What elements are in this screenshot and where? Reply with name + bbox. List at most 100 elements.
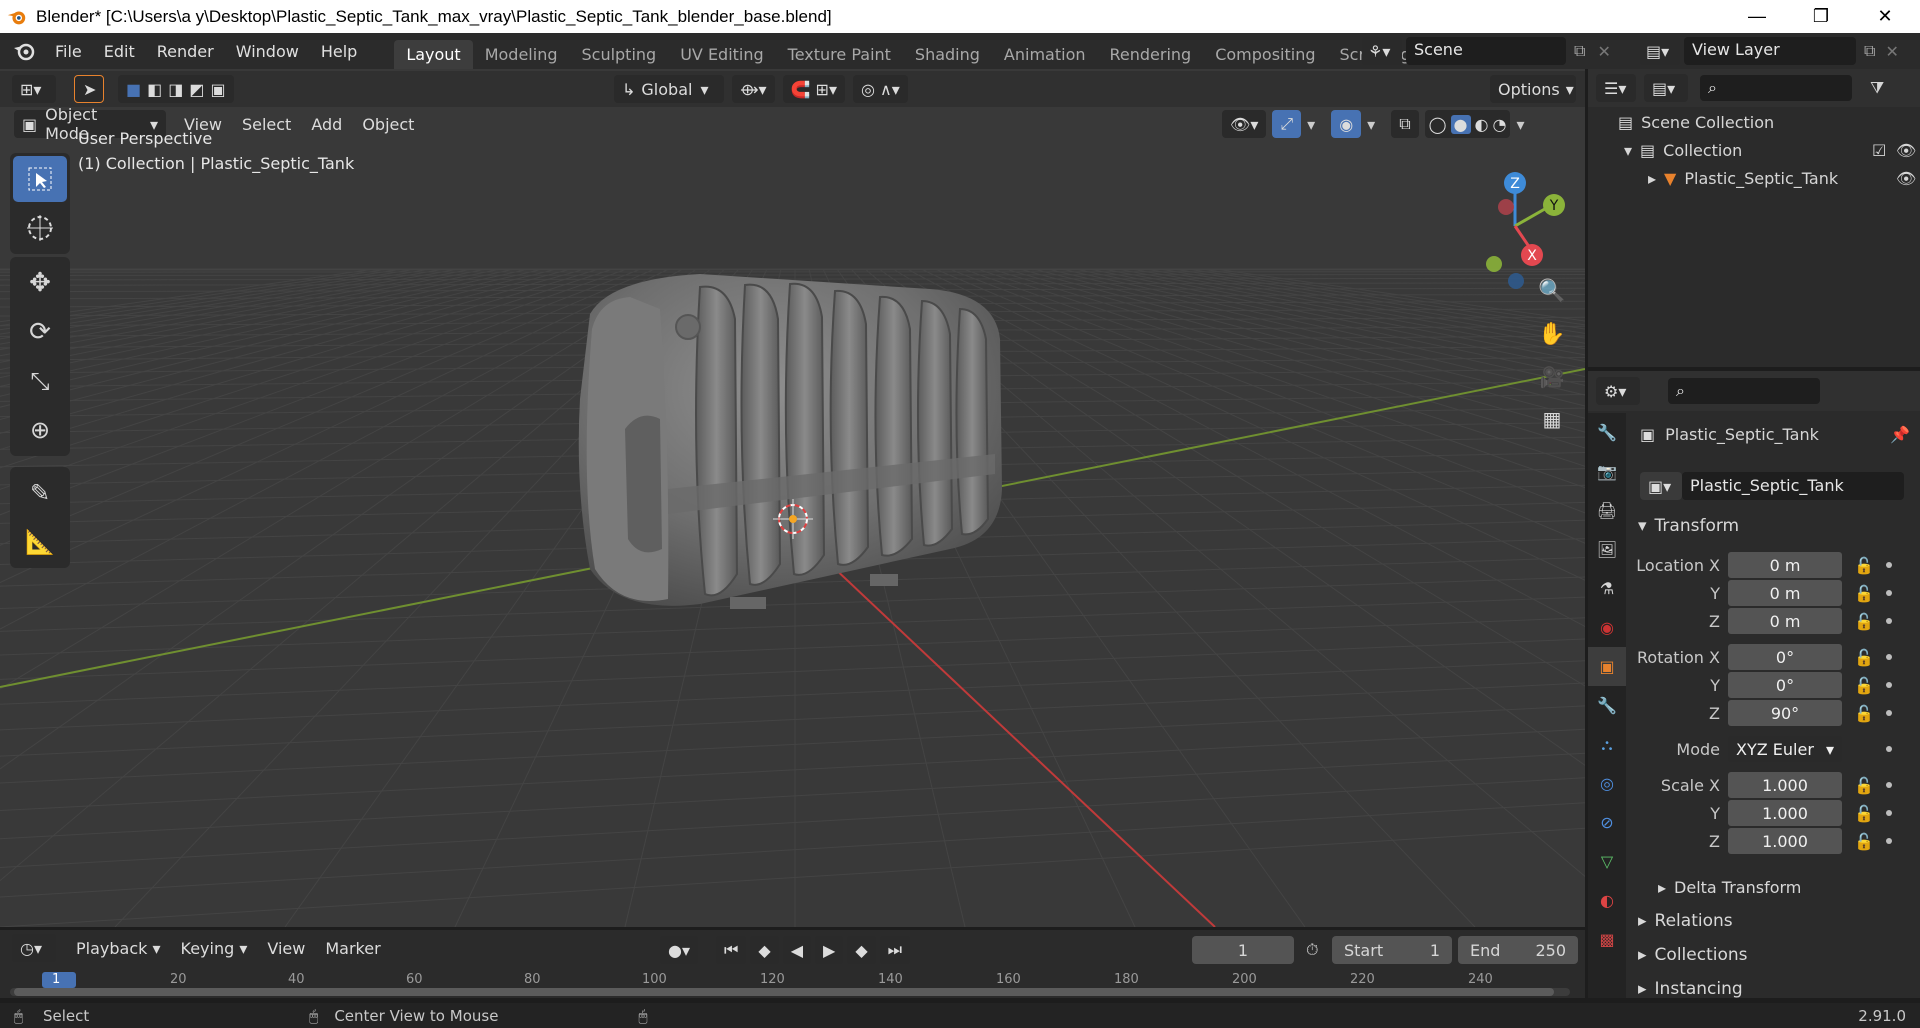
- measure-tool[interactable]: 📐: [13, 519, 67, 565]
- timeline-editor-type-icon[interactable]: ◷▾: [12, 934, 56, 962]
- material-tab-icon[interactable]: ◐: [1588, 881, 1626, 920]
- plastic-septic-tank-model[interactable]: [578, 274, 1002, 609]
- tab-sculpting[interactable]: Sculpting: [569, 40, 668, 69]
- keyframe-dot-icon[interactable]: [1886, 618, 1892, 624]
- filter-icon[interactable]: ⧩: [1870, 78, 1884, 98]
- transform-section-header[interactable]: ▾ Transform: [1638, 510, 1920, 542]
- maximize-button[interactable]: ❐: [1790, 0, 1852, 33]
- outliner-row-object[interactable]: ▸ ▼ Plastic_Septic_Tank 👁: [1648, 169, 1916, 188]
- instancing-section-header[interactable]: ▸ Instancing: [1638, 973, 1920, 998]
- orientation-dropdown[interactable]: ↳ Global ▾: [614, 75, 724, 103]
- keyframe-dot-icon[interactable]: [1886, 562, 1892, 568]
- minimize-button[interactable]: —: [1726, 0, 1788, 33]
- active-tool-icon[interactable]: ➤: [74, 75, 104, 103]
- lock-icon[interactable]: 🔓: [1854, 832, 1876, 851]
- collapse-arrow-icon[interactable]: ▾: [1624, 141, 1632, 160]
- pivot-point-icon[interactable]: ⟴▾: [732, 75, 775, 103]
- cursor-tool[interactable]: [13, 205, 67, 251]
- exclude-checkbox-icon[interactable]: ☑: [1872, 141, 1886, 160]
- snap-toggle-icon[interactable]: 🧲 ⊞▾: [782, 75, 845, 103]
- rotation-x-field[interactable]: 0°: [1728, 644, 1842, 670]
- overlays-dropdown-icon[interactable]: ▾: [1367, 115, 1375, 134]
- pin-icon[interactable]: 📌: [1890, 425, 1910, 444]
- texture-tab-icon[interactable]: ▩: [1588, 920, 1626, 959]
- scene-browse-icon[interactable]: ⚘▾: [1362, 37, 1402, 65]
- perspective-toggle-icon[interactable]: ▦: [1532, 399, 1572, 439]
- play-icon[interactable]: ▶: [815, 936, 844, 964]
- object-name-field[interactable]: Plastic_Septic_Tank: [1682, 472, 1904, 500]
- remove-scene-icon[interactable]: ✕: [1597, 42, 1610, 61]
- tab-texture-paint[interactable]: Texture Paint: [776, 40, 903, 69]
- object-tab-icon[interactable]: ▣: [1588, 647, 1626, 686]
- tab-rendering[interactable]: Rendering: [1098, 40, 1204, 69]
- new-view-layer-icon[interactable]: ⧉: [1864, 41, 1875, 61]
- select-subtract-icon[interactable]: ◨: [168, 80, 183, 99]
- lock-icon[interactable]: 🔓: [1854, 776, 1876, 795]
- data-tab-icon[interactable]: ▽: [1588, 842, 1626, 881]
- solid-shading-icon[interactable]: ●: [1450, 114, 1471, 134]
- rotation-mode-dropdown[interactable]: XYZ Euler ▾: [1728, 736, 1842, 762]
- lock-icon[interactable]: 🔓: [1854, 584, 1876, 603]
- scene-tab-icon[interactable]: ⚗: [1588, 569, 1626, 608]
- end-frame-field[interactable]: End 250: [1458, 936, 1578, 964]
- select-box-tool[interactable]: [13, 156, 67, 202]
- overlays-toggle-icon[interactable]: ◉: [1331, 110, 1362, 138]
- tab-animation[interactable]: Animation: [992, 40, 1098, 69]
- menu-window[interactable]: Window: [225, 42, 310, 61]
- zoom-view-icon[interactable]: 🔍: [1532, 271, 1572, 311]
- tab-modeling[interactable]: Modeling: [473, 40, 570, 69]
- jump-prev-keyframe-icon[interactable]: ◆: [750, 936, 779, 964]
- tool-tab-icon[interactable]: 🔧: [1588, 413, 1626, 452]
- lock-icon[interactable]: 🔓: [1854, 648, 1876, 667]
- delta-transform-header[interactable]: ▸ Delta Transform: [1658, 871, 1920, 903]
- render-tab-icon[interactable]: 📷: [1588, 452, 1626, 491]
- properties-search-input[interactable]: ⌕: [1668, 378, 1820, 404]
- scale-z-field[interactable]: 1.000: [1728, 828, 1842, 854]
- tab-compositing[interactable]: Compositing: [1203, 40, 1327, 69]
- keyframe-dot-icon[interactable]: [1886, 838, 1892, 844]
- menu-file[interactable]: File: [44, 42, 93, 61]
- transform-tool[interactable]: ⊕: [13, 407, 67, 453]
- gizmo-toggle-icon[interactable]: ⤢: [1272, 110, 1302, 138]
- display-mode-icon[interactable]: ▤▾: [1644, 74, 1688, 102]
- menu-help[interactable]: Help: [310, 42, 368, 61]
- keyframe-dot-icon[interactable]: [1886, 810, 1892, 816]
- scale-x-field[interactable]: 1.000: [1728, 772, 1842, 798]
- menu-playback[interactable]: Playback ▾: [66, 935, 171, 962]
- menu-edit[interactable]: Edit: [93, 42, 146, 61]
- select-new-icon[interactable]: ■: [126, 80, 141, 99]
- jump-end-icon[interactable]: ⏭: [879, 936, 911, 964]
- auto-keying-record-icon[interactable]: ●▾: [660, 936, 698, 964]
- visibility-eye-icon[interactable]: 👁▾: [1222, 110, 1267, 138]
- collections-section-header[interactable]: ▸ Collections: [1638, 939, 1920, 971]
- menu-timeline-view[interactable]: View: [257, 935, 315, 962]
- outliner-editor-type-icon[interactable]: ☰▾: [1596, 74, 1636, 102]
- rotate-tool[interactable]: ⟳: [13, 309, 67, 355]
- rotation-z-field[interactable]: 90°: [1728, 700, 1842, 726]
- scale-tool[interactable]: ⤡: [13, 358, 67, 404]
- jump-start-icon[interactable]: ⏮: [716, 936, 747, 964]
- physics-tab-icon[interactable]: ◎: [1588, 764, 1626, 803]
- new-scene-icon[interactable]: ⧉: [1574, 41, 1585, 61]
- gizmo-dropdown-icon[interactable]: ▾: [1307, 115, 1315, 134]
- output-tab-icon[interactable]: 🖨: [1588, 491, 1626, 530]
- menu-object[interactable]: Object: [352, 111, 424, 138]
- tab-uv-editing[interactable]: UV Editing: [668, 40, 775, 69]
- clock-icon[interactable]: ⏱: [1306, 940, 1318, 960]
- menu-marker[interactable]: Marker: [315, 935, 390, 962]
- scrollbar-thumb[interactable]: [14, 988, 1554, 996]
- keyframe-dot-icon[interactable]: [1886, 654, 1892, 660]
- shading-dropdown-icon[interactable]: ▾: [1516, 115, 1524, 134]
- lock-icon[interactable]: 🔓: [1854, 676, 1876, 695]
- proportional-edit-icon[interactable]: ◎ ∧▾: [853, 75, 908, 103]
- keyframe-dot-icon[interactable]: [1886, 590, 1892, 596]
- view-layer-tab-icon[interactable]: 🖼: [1588, 530, 1626, 569]
- select-intersect-icon[interactable]: ▣: [211, 80, 226, 99]
- 3d-viewport[interactable]: ▣ Object Mode ▾ View Select Add Object 👁…: [0, 69, 1585, 927]
- outliner-row-collection[interactable]: ▾ ▤ Collection ☑ 👁: [1624, 141, 1916, 160]
- options-dropdown[interactable]: Options ▾: [1490, 75, 1576, 103]
- remove-view-layer-icon[interactable]: ✕: [1885, 42, 1898, 61]
- lock-icon[interactable]: 🔓: [1854, 804, 1876, 823]
- visibility-eye-icon[interactable]: 👁: [1896, 169, 1916, 188]
- lock-icon[interactable]: 🔓: [1854, 556, 1876, 575]
